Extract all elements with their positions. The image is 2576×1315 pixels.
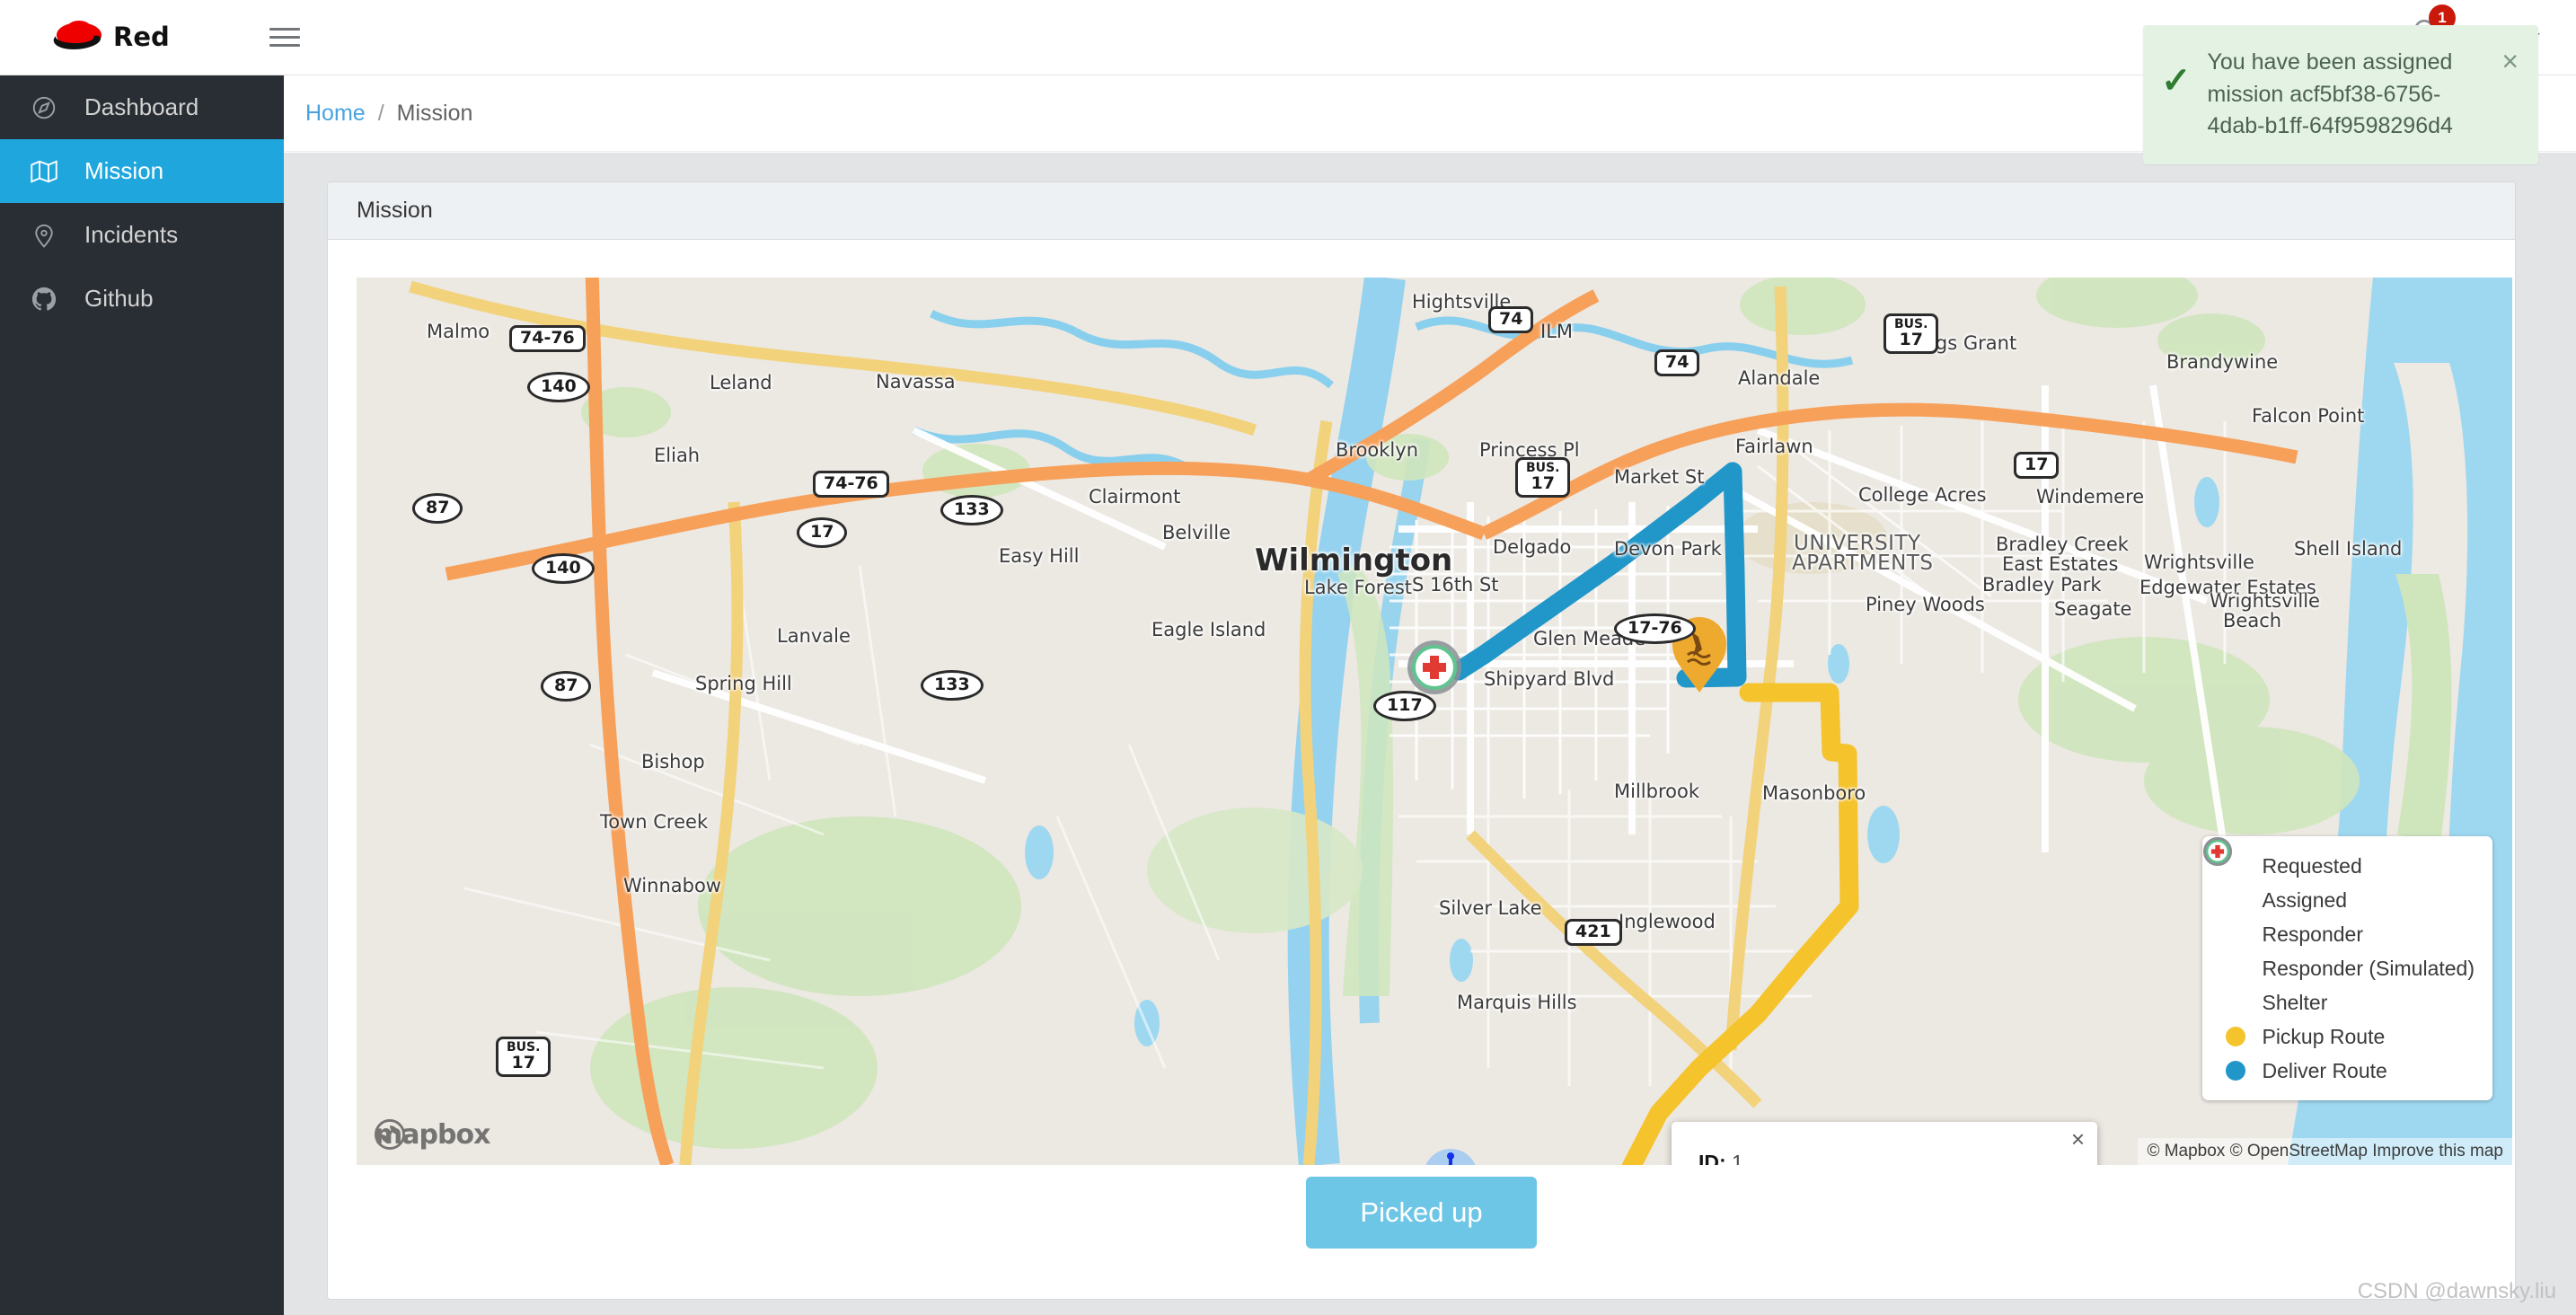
highway-shield: 74-76 [509, 325, 586, 352]
responder-info-popup: × ID: 1Full Name: Xiaoyu LiuPhone Number… [1672, 1122, 2097, 1165]
shield-number: 74 [1665, 352, 1689, 372]
shield-number: 133 [934, 675, 970, 694]
svg-text:Red Hat: Red Hat [113, 22, 180, 52]
legend-item-deliver-route: Deliver Route [2215, 1054, 2475, 1088]
card-title: Mission [328, 182, 2515, 240]
action-bar: Picked up [328, 1177, 2515, 1249]
map-canvas: .w { fill:#9ed8f0; } .rd { stroke:#fffff… [357, 278, 2512, 1165]
hamburger-line [269, 44, 300, 47]
legend-item-requested: Requested [2206, 837, 2475, 883]
shield-number: 74-76 [824, 473, 878, 493]
pickup-route-dot-icon [2215, 1027, 2256, 1046]
shield-number: 140 [545, 558, 581, 578]
deliver-route-dot-icon [2215, 1061, 2256, 1081]
highway-shield: 17 [797, 517, 848, 548]
highway-shield: 74 [1488, 306, 1534, 333]
shield-number: 17 [810, 522, 834, 542]
sidebar-item-mission[interactable]: Mission [0, 139, 284, 203]
sidebar-item-incidents[interactable]: Incidents [0, 203, 284, 267]
legend-item-assigned: Assigned [2206, 837, 2475, 917]
legend-item-shelter: Shelter [2203, 836, 2475, 1019]
highway-shield: 421 [1565, 919, 1622, 946]
check-icon: ✓ [2161, 61, 2192, 101]
card-body: .w { fill:#9ed8f0; } .rd { stroke:#fffff… [328, 240, 2515, 1299]
sidebar-item-label: Mission [84, 157, 164, 184]
shield-number: 421 [1575, 922, 1611, 941]
sidebar-item-github[interactable]: Github [0, 267, 284, 331]
legend-label: Assigned [2262, 887, 2348, 912]
sidebar-item-dashboard[interactable]: Dashboard [0, 75, 284, 139]
toast-message: You have been assigned mission acf5bf38-… [2207, 49, 2453, 138]
sidebar-item-label: Dashboard [84, 93, 199, 120]
highway-shield: 87 [412, 493, 463, 524]
shield-number: 17-76 [1628, 618, 1682, 638]
shield-number: 87 [554, 675, 578, 695]
shield-number: 17 [2025, 455, 2049, 474]
shield-number: 117 [1387, 695, 1423, 715]
sidebar-navigation: Dashboard Mission Incidents Github [0, 75, 284, 1315]
mission-card: Mission .w { fill:#9ed8f0; } .rd { strok… [327, 181, 2516, 1300]
red-hat-logo-icon: Red Hat [53, 20, 180, 52]
highway-shield: 74-76 [813, 471, 889, 498]
legend-label: Responder (Simulated) [2262, 956, 2475, 980]
brand-logo[interactable]: Red Hat [43, 17, 180, 58]
legend-label: Pickup Route [2262, 1024, 2386, 1048]
menu-toggle-button[interactable] [269, 22, 300, 52]
shield-number: 17 [1531, 472, 1555, 493]
shield-number: 17 [511, 1052, 535, 1072]
breadcrumb-current: Mission [396, 100, 473, 126]
shield-number: 17 [1899, 329, 1923, 349]
highway-shield: 133 [921, 670, 984, 701]
shield-number: 74-76 [520, 328, 575, 348]
legend-label: Shelter [2262, 990, 2328, 1014]
mapbox-logo[interactable]: mapbox [375, 1119, 490, 1151]
highway-shield: 74 [1654, 349, 1700, 376]
toast-close-button[interactable]: × [2501, 47, 2519, 143]
watermark: CSDN @dawnsky.liu [2357, 1279, 2556, 1303]
assignment-toast: ✓ You have been assigned mission acf5bf3… [2143, 25, 2538, 164]
popup-field-value: 1 [1725, 1151, 1743, 1165]
highway-shield: 17 [2014, 452, 2060, 479]
shield-number: 87 [426, 498, 450, 517]
shield-number: 74 [1499, 309, 1523, 329]
mapbox-mark-icon [375, 1119, 405, 1150]
github-icon [31, 286, 65, 313]
highway-shield: 87 [541, 671, 592, 702]
shelter-marker [1407, 640, 1461, 694]
popup-fields: ID: 1Full Name: Xiaoyu LiuPhone Number: … [1698, 1147, 2070, 1165]
legend-label: Requested [2262, 853, 2362, 878]
picked-up-button[interactable]: Picked up [1306, 1177, 1537, 1249]
legend-label: Deliver Route [2262, 1058, 2387, 1082]
sidebar-item-label: Incidents [84, 221, 179, 248]
highway-shield: 17-76 [1614, 613, 1696, 644]
legend-label: Responder [2262, 922, 2364, 946]
popup-field-label: ID: [1698, 1151, 1726, 1165]
popup-field: ID: 1 [1698, 1147, 2070, 1165]
sidebar-item-label: Github [84, 285, 154, 312]
compass-icon [31, 94, 65, 121]
highway-shield: 140 [532, 553, 595, 584]
map-icon [31, 158, 65, 185]
map-legend: Requested Assigned Responder Responder (… [2202, 836, 2492, 1100]
popup-close-button[interactable]: × [2071, 1127, 2085, 1151]
highway-shield: 117 [1373, 691, 1436, 721]
highway-shield: 140 [527, 372, 590, 402]
map-pin-icon [31, 222, 65, 249]
legend-item-responder-simulated: Responder (Simulated) [2203, 836, 2475, 985]
shield-number: 140 [541, 376, 577, 396]
hamburger-line [269, 36, 300, 39]
highway-shield: 133 [940, 495, 1003, 525]
highway-shield: BUS. 17 [1883, 313, 1939, 354]
main-content: Mission .w { fill:#9ed8f0; } .rd { strok… [284, 153, 2576, 1315]
highway-shield: BUS. 17 [496, 1037, 551, 1077]
shield-number: 133 [954, 499, 990, 519]
hamburger-line [269, 28, 300, 31]
mission-map[interactable]: .w { fill:#9ed8f0; } .rd { stroke:#fffff… [357, 278, 2512, 1165]
breadcrumb-separator: / [377, 100, 384, 126]
legend-item-responder: Responder [2203, 836, 2475, 951]
map-attribution[interactable]: © Mapbox © OpenStreetMap Improve this ma… [2138, 1138, 2512, 1165]
breadcrumb-home-link[interactable]: Home [305, 101, 366, 127]
highway-shield: BUS. 17 [1515, 457, 1571, 498]
legend-item-pickup-route: Pickup Route [2215, 1019, 2475, 1054]
